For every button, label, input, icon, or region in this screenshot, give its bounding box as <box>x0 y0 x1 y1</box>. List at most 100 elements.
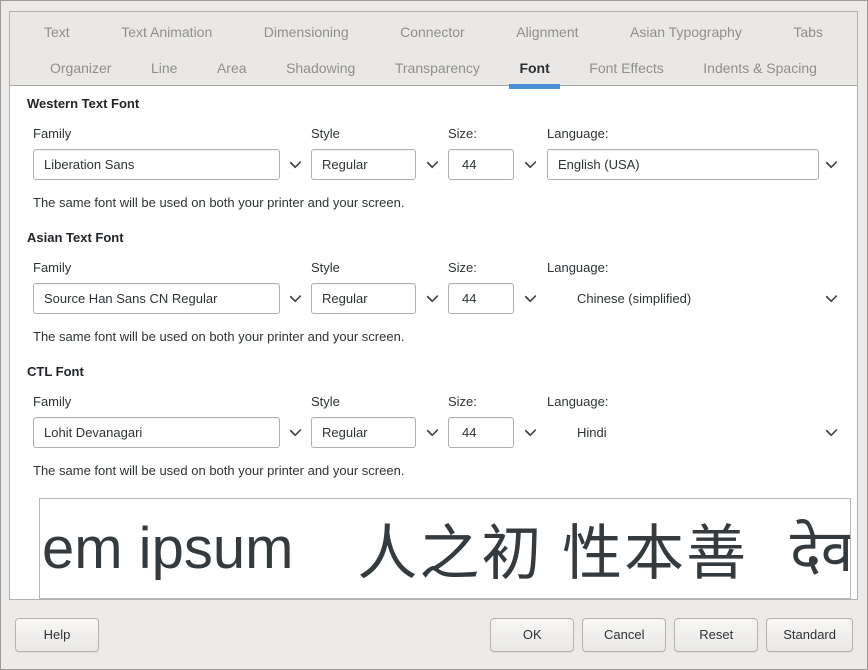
tab-connector[interactable]: Connector <box>388 14 477 50</box>
ctl-family-combobox[interactable]: Lohit Devanagari <box>33 417 280 448</box>
asian-style-dropdown-button[interactable] <box>416 282 448 314</box>
chevron-down-icon <box>825 290 837 302</box>
asian-size-dropdown-button[interactable] <box>514 282 547 314</box>
ctl-size-combobox[interactable]: 44 <box>448 417 514 448</box>
ctl-language-dropdown-button[interactable] <box>819 416 843 448</box>
family-label: Family <box>33 394 280 409</box>
asian-language-combobox[interactable]: Chinese (simplified) <box>547 283 819 314</box>
tab-area[interactable]: Area <box>205 50 259 85</box>
tab-label: Tabs <box>793 24 823 40</box>
chevron-down-icon <box>426 290 438 302</box>
chevron-down-icon <box>289 424 301 436</box>
labels-row: Family Style Size: Language: <box>33 258 843 276</box>
family-label: Family <box>33 126 280 141</box>
section-title: CTL Font <box>27 364 845 379</box>
active-tab-underline <box>509 84 559 89</box>
preview-latin-text: em ipsum <box>42 515 293 582</box>
size-label: Size: <box>448 260 514 275</box>
help-button[interactable]: Help <box>15 618 99 652</box>
tab-asian-typography[interactable]: Asian Typography <box>618 14 754 50</box>
tab-label: Text Animation <box>121 24 212 40</box>
tab-text[interactable]: Text <box>32 14 82 50</box>
section-title: Western Text Font <box>27 96 845 111</box>
western-size-dropdown-button[interactable] <box>514 148 547 180</box>
chevron-down-icon <box>524 424 536 436</box>
style-label: Style <box>311 126 416 141</box>
western-style-dropdown-button[interactable] <box>416 148 448 180</box>
printer-screen-note: The same font will be used on both your … <box>33 329 845 344</box>
tab-font-effects[interactable]: Font Effects <box>577 50 675 85</box>
tab-strip: Text Text Animation Dimensioning Connect… <box>10 12 857 86</box>
ok-button[interactable]: OK <box>490 618 574 652</box>
tab-notebook: Text Text Animation Dimensioning Connect… <box>9 11 858 600</box>
western-language-dropdown-button[interactable] <box>819 148 843 180</box>
dialog-action-area: Help OK Cancel Reset Standard <box>1 600 867 669</box>
tab-transparency[interactable]: Transparency <box>383 50 492 85</box>
tab-label: Transparency <box>395 60 480 76</box>
western-family-combobox[interactable]: Liberation Sans <box>33 149 280 180</box>
section-asian-text-font: Asian Text Font Family Style Size: Langu… <box>20 230 845 344</box>
section-western-text-font: Western Text Font Family Style Size: Lan… <box>20 96 845 210</box>
tab-label: Alignment <box>516 24 578 40</box>
asian-family-combobox[interactable]: Source Han Sans CN Regular <box>33 283 280 314</box>
chevron-down-icon <box>524 156 536 168</box>
tab-dimensioning[interactable]: Dimensioning <box>252 14 361 50</box>
tab-row-1: Text Text Animation Dimensioning Connect… <box>10 14 857 50</box>
cancel-button[interactable]: Cancel <box>582 618 666 652</box>
tab-label: Dimensioning <box>264 24 349 40</box>
tab-label: Shadowing <box>286 60 355 76</box>
tab-line[interactable]: Line <box>139 50 189 85</box>
preview-cjk-text: 人之初 性本善 <box>357 505 748 592</box>
asian-language-dropdown-button[interactable] <box>819 282 843 314</box>
tab-indents-spacing[interactable]: Indents & Spacing <box>691 50 829 85</box>
fields-row: Liberation Sans Regular 44 English (USA) <box>33 148 843 180</box>
ctl-style-combobox[interactable]: Regular <box>311 417 416 448</box>
section-title: Asian Text Font <box>27 230 845 245</box>
tab-label: Area <box>217 60 247 76</box>
font-preview-area: em ipsum 人之初 性本善 देवन <box>39 498 851 599</box>
chevron-down-icon <box>825 156 837 168</box>
tab-font-active[interactable]: Font <box>507 50 561 85</box>
ctl-family-dropdown-button[interactable] <box>280 416 311 448</box>
size-label: Size: <box>448 394 514 409</box>
labels-row: Family Style Size: Language: <box>33 124 843 142</box>
tab-shadowing[interactable]: Shadowing <box>274 50 367 85</box>
style-label: Style <box>311 260 416 275</box>
western-size-combobox[interactable]: 44 <box>448 149 514 180</box>
asian-size-combobox[interactable]: 44 <box>448 283 514 314</box>
standard-button[interactable]: Standard <box>766 618 853 652</box>
chevron-down-icon <box>426 156 438 168</box>
chevron-down-icon <box>289 156 301 168</box>
chevron-down-icon <box>289 290 301 302</box>
western-language-combobox[interactable]: English (USA) <box>547 149 819 180</box>
tab-tabs[interactable]: Tabs <box>781 14 835 50</box>
tab-label: Font Effects <box>589 60 663 76</box>
western-family-dropdown-button[interactable] <box>280 148 311 180</box>
ctl-style-dropdown-button[interactable] <box>416 416 448 448</box>
font-tab-page: Western Text Font Family Style Size: Lan… <box>10 86 857 599</box>
ctl-size-dropdown-button[interactable] <box>514 416 547 448</box>
western-style-combobox[interactable]: Regular <box>311 149 416 180</box>
printer-screen-note: The same font will be used on both your … <box>33 463 845 478</box>
ctl-language-combobox[interactable]: Hindi <box>547 417 819 448</box>
style-label: Style <box>311 394 416 409</box>
tab-row-2: Organizer Line Area Shadowing Transparen… <box>10 50 857 85</box>
asian-style-combobox[interactable]: Regular <box>311 283 416 314</box>
asian-family-dropdown-button[interactable] <box>280 282 311 314</box>
primary-button-group: OK Cancel Reset Standard <box>490 618 853 652</box>
printer-screen-note: The same font will be used on both your … <box>33 195 845 210</box>
tab-organizer[interactable]: Organizer <box>38 50 123 85</box>
language-label: Language: <box>547 260 819 275</box>
tab-alignment[interactable]: Alignment <box>504 14 590 50</box>
section-ctl-font: CTL Font Family Style Size: Language: Lo… <box>20 364 845 478</box>
fields-row: Source Han Sans CN Regular Regular 44 Ch… <box>33 282 843 314</box>
reset-button[interactable]: Reset <box>674 618 758 652</box>
tab-label: Organizer <box>50 60 111 76</box>
size-label: Size: <box>448 126 514 141</box>
chevron-down-icon <box>825 424 837 436</box>
labels-row: Family Style Size: Language: <box>33 392 843 410</box>
tab-text-animation[interactable]: Text Animation <box>109 14 224 50</box>
tab-label: Indents & Spacing <box>703 60 817 76</box>
language-label: Language: <box>547 394 819 409</box>
tab-label: Asian Typography <box>630 24 742 40</box>
